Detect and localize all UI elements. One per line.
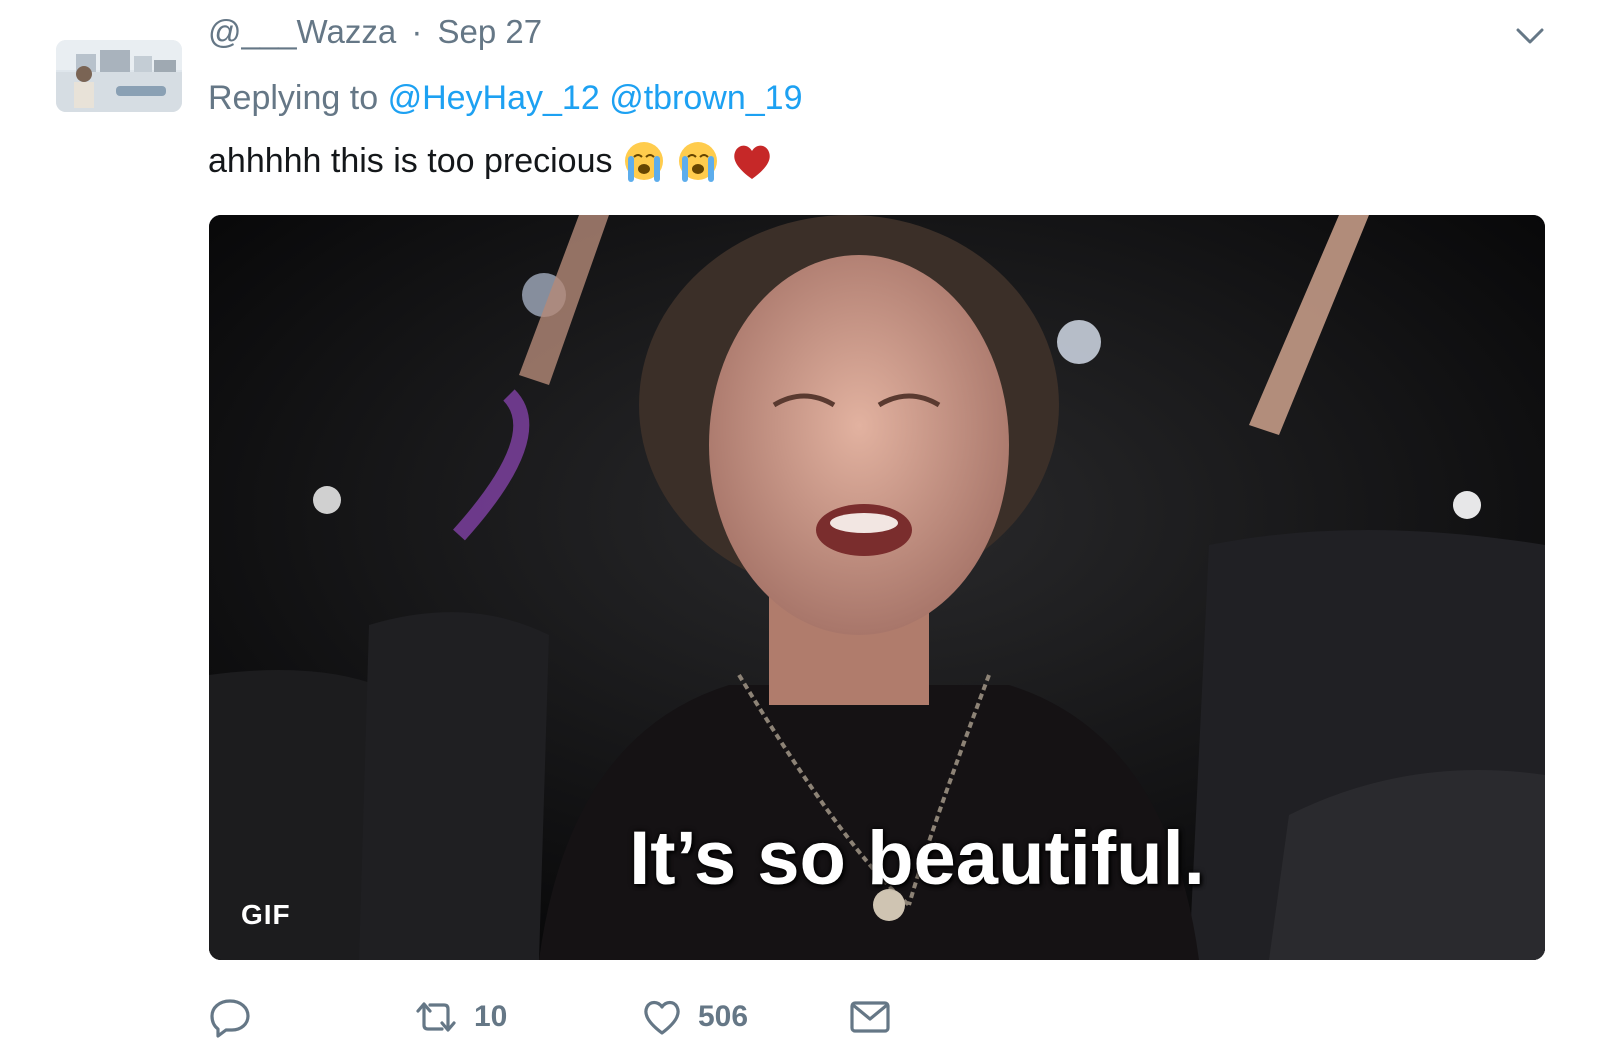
tweet-body: ahhhhh this is too precious [208, 142, 613, 180]
tweet-date[interactable]: Sep 27 [438, 13, 543, 50]
gif-media[interactable]: It’s so beautiful. GIF [209, 215, 1545, 960]
retweet-count: 10 [474, 1000, 508, 1033]
header-separator: · [411, 13, 423, 50]
mention-link[interactable]: @tbrown_19 [609, 79, 802, 117]
like-button[interactable]: 506 [640, 994, 748, 1040]
retweet-button[interactable]: 10 [412, 994, 507, 1040]
crying-face-emoji [622, 139, 666, 183]
red-heart-emoji [730, 139, 774, 183]
username[interactable]: @___Wazza [208, 13, 396, 50]
tweet-actions: 10 506 [208, 994, 908, 1044]
replying-to-label: Replying to [208, 79, 379, 117]
avatar[interactable] [56, 40, 182, 112]
reply-icon [208, 995, 252, 1039]
gif-caption: It’s so beautiful. [629, 816, 1205, 901]
tweet-text: ahhhhh this is too precious [208, 138, 774, 184]
direct-message-button[interactable] [848, 994, 892, 1040]
retweet-icon [412, 995, 460, 1039]
crying-face-emoji [676, 139, 720, 183]
mention-link[interactable]: @HeyHay_12 [388, 79, 600, 117]
envelope-icon [848, 995, 892, 1039]
like-count: 506 [698, 1000, 749, 1033]
chevron-down-icon[interactable] [1508, 14, 1552, 58]
gif-badge: GIF [241, 899, 291, 930]
reply-button[interactable] [208, 994, 252, 1040]
tweet-header: @___Wazza · Sep 27 [208, 10, 542, 54]
replying-to-line: Replying to @HeyHay_12 @tbrown_19 [208, 76, 802, 120]
heart-icon [640, 995, 684, 1039]
